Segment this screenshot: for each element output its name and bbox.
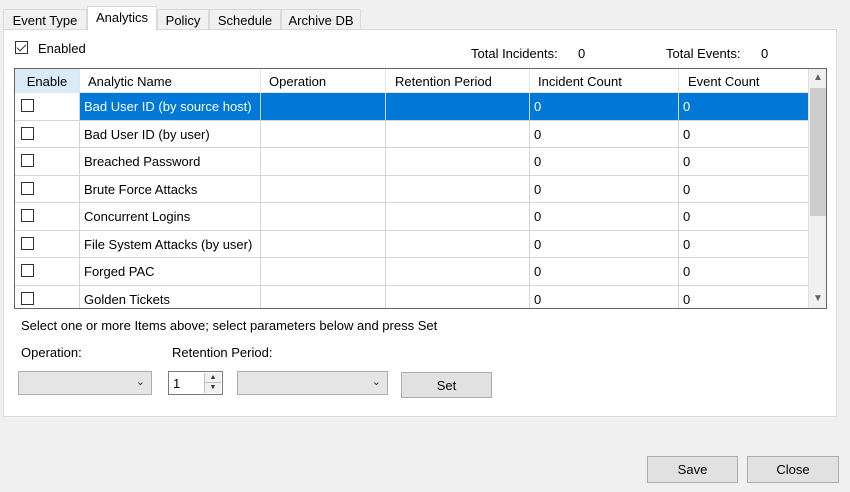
- tab-analytics[interactable]: Analytics: [87, 6, 157, 31]
- row-event-count-cell[interactable]: 0: [679, 175, 810, 203]
- row-operation-cell[interactable]: [261, 120, 386, 148]
- operation-label: Operation:: [21, 345, 82, 360]
- row-enable-cell[interactable]: [15, 203, 80, 231]
- row-retention-cell[interactable]: [386, 230, 530, 258]
- row-incident-count-cell[interactable]: 0: [530, 120, 679, 148]
- row-retention-cell[interactable]: [386, 258, 530, 286]
- row-name-cell[interactable]: Bad User ID (by source host): [80, 93, 261, 121]
- row-operation-cell[interactable]: [261, 203, 386, 231]
- row-incident-count-cell[interactable]: 0: [530, 230, 679, 258]
- row-operation-cell[interactable]: [261, 258, 386, 286]
- row-event-count-cell[interactable]: 0: [679, 285, 810, 308]
- row-event-count-cell[interactable]: 0: [679, 120, 810, 148]
- row-enable-checkbox[interactable]: [21, 291, 34, 305]
- row-name-cell[interactable]: Breached Password: [80, 148, 261, 176]
- row-operation-cell[interactable]: [261, 93, 386, 121]
- row-event-count-cell[interactable]: 0: [679, 258, 810, 286]
- save-button[interactable]: Save: [647, 456, 738, 483]
- tab-archive-db[interactable]: Archive DB: [281, 9, 361, 30]
- column-header-retention-period[interactable]: Retention Period: [386, 69, 530, 93]
- row-enable-checkbox[interactable]: [21, 236, 34, 250]
- retention-period-stepper[interactable]: 1 ▲ ▼: [168, 371, 223, 395]
- total-incidents-label: Total Incidents:: [471, 46, 558, 61]
- chevron-down-icon: ⌄: [135, 376, 145, 388]
- row-operation-cell[interactable]: [261, 148, 386, 176]
- row-event-count-cell[interactable]: 0: [679, 203, 810, 231]
- row-incident-count-cell[interactable]: 0: [530, 175, 679, 203]
- tab-event-type[interactable]: Event Type: [3, 9, 87, 30]
- row-enable-checkbox[interactable]: [21, 154, 34, 167]
- row-enable-cell[interactable]: [15, 285, 80, 308]
- row-event-count-cell[interactable]: 0: [679, 148, 810, 176]
- row-enable-checkbox[interactable]: [21, 126, 34, 140]
- row-enable-cell[interactable]: [15, 230, 80, 258]
- row-enable-cell[interactable]: [15, 175, 80, 203]
- total-events-label: Total Events:: [666, 46, 741, 61]
- stepper-up-icon[interactable]: ▲: [205, 373, 221, 383]
- close-button[interactable]: Close: [747, 456, 839, 483]
- instructions-text: Select one or more Items above; select p…: [21, 318, 438, 333]
- row-enable-cell[interactable]: [15, 148, 80, 176]
- column-header-operation[interactable]: Operation: [261, 69, 386, 93]
- row-event-count-cell[interactable]: 0: [679, 93, 810, 121]
- row-enable-checkbox[interactable]: [21, 264, 34, 277]
- total-events-value: 0: [761, 46, 769, 61]
- row-name-cell[interactable]: Brute Force Attacks: [80, 175, 261, 203]
- row-operation-cell[interactable]: [261, 230, 386, 258]
- row-operation-cell[interactable]: [261, 285, 386, 308]
- enabled-checkbox[interactable]: [15, 41, 28, 54]
- row-incident-count-cell[interactable]: 0: [530, 285, 679, 308]
- chevron-down-icon[interactable]: ▼: [809, 290, 826, 308]
- row-incident-count-cell[interactable]: 0: [530, 258, 679, 286]
- set-button[interactable]: Set: [401, 372, 492, 398]
- chevron-up-icon[interactable]: ▲: [809, 69, 826, 87]
- row-incident-count-cell[interactable]: 0: [530, 203, 679, 231]
- row-enable-cell[interactable]: [15, 93, 80, 121]
- operation-combo[interactable]: ⌄: [18, 371, 152, 395]
- row-retention-cell[interactable]: [386, 148, 530, 176]
- retention-period-label: Retention Period:: [172, 345, 273, 360]
- row-name-cell[interactable]: Golden Tickets: [80, 285, 261, 308]
- scrollbar-thumb[interactable]: [810, 88, 826, 216]
- column-header-incident-count[interactable]: Incident Count: [530, 69, 679, 93]
- analytics-grid[interactable]: Enable Analytic Name Operation Retention…: [14, 68, 827, 309]
- row-name-cell[interactable]: Bad User ID (by user): [80, 120, 261, 148]
- row-event-count-cell[interactable]: 0: [679, 230, 810, 258]
- row-retention-cell[interactable]: [386, 93, 530, 121]
- row-retention-cell[interactable]: [386, 120, 530, 148]
- tab-policy[interactable]: Policy: [157, 9, 209, 30]
- enabled-label: Enabled: [38, 41, 86, 56]
- row-enable-checkbox[interactable]: [21, 99, 34, 112]
- row-enable-checkbox[interactable]: [21, 209, 34, 222]
- row-name-cell[interactable]: File System Attacks (by user): [80, 230, 261, 258]
- row-enable-cell[interactable]: [15, 120, 80, 148]
- chevron-down-icon: ⌄: [371, 376, 381, 388]
- stepper-down-icon[interactable]: ▼: [205, 383, 221, 393]
- grid-scrollbar[interactable]: ▲ ▼: [808, 69, 826, 308]
- row-incident-count-cell[interactable]: 0: [530, 148, 679, 176]
- column-header-analytic-name[interactable]: Analytic Name: [80, 69, 261, 93]
- row-enable-checkbox[interactable]: [21, 181, 34, 195]
- row-enable-cell[interactable]: [15, 258, 80, 286]
- row-name-cell[interactable]: Forged PAC: [80, 258, 261, 286]
- column-header-enable[interactable]: Enable: [15, 69, 80, 93]
- retention-unit-combo[interactable]: ⌄: [237, 371, 388, 395]
- row-operation-cell[interactable]: [261, 175, 386, 203]
- row-incident-count-cell[interactable]: 0: [530, 93, 679, 121]
- tab-schedule[interactable]: Schedule: [209, 9, 281, 30]
- row-retention-cell[interactable]: [386, 203, 530, 231]
- total-incidents-value: 0: [578, 46, 586, 61]
- retention-period-value: 1: [173, 376, 181, 391]
- row-retention-cell[interactable]: [386, 175, 530, 203]
- column-header-event-count[interactable]: Event Count: [679, 69, 810, 93]
- row-name-cell[interactable]: Concurrent Logins: [80, 203, 261, 231]
- row-retention-cell[interactable]: [386, 285, 530, 308]
